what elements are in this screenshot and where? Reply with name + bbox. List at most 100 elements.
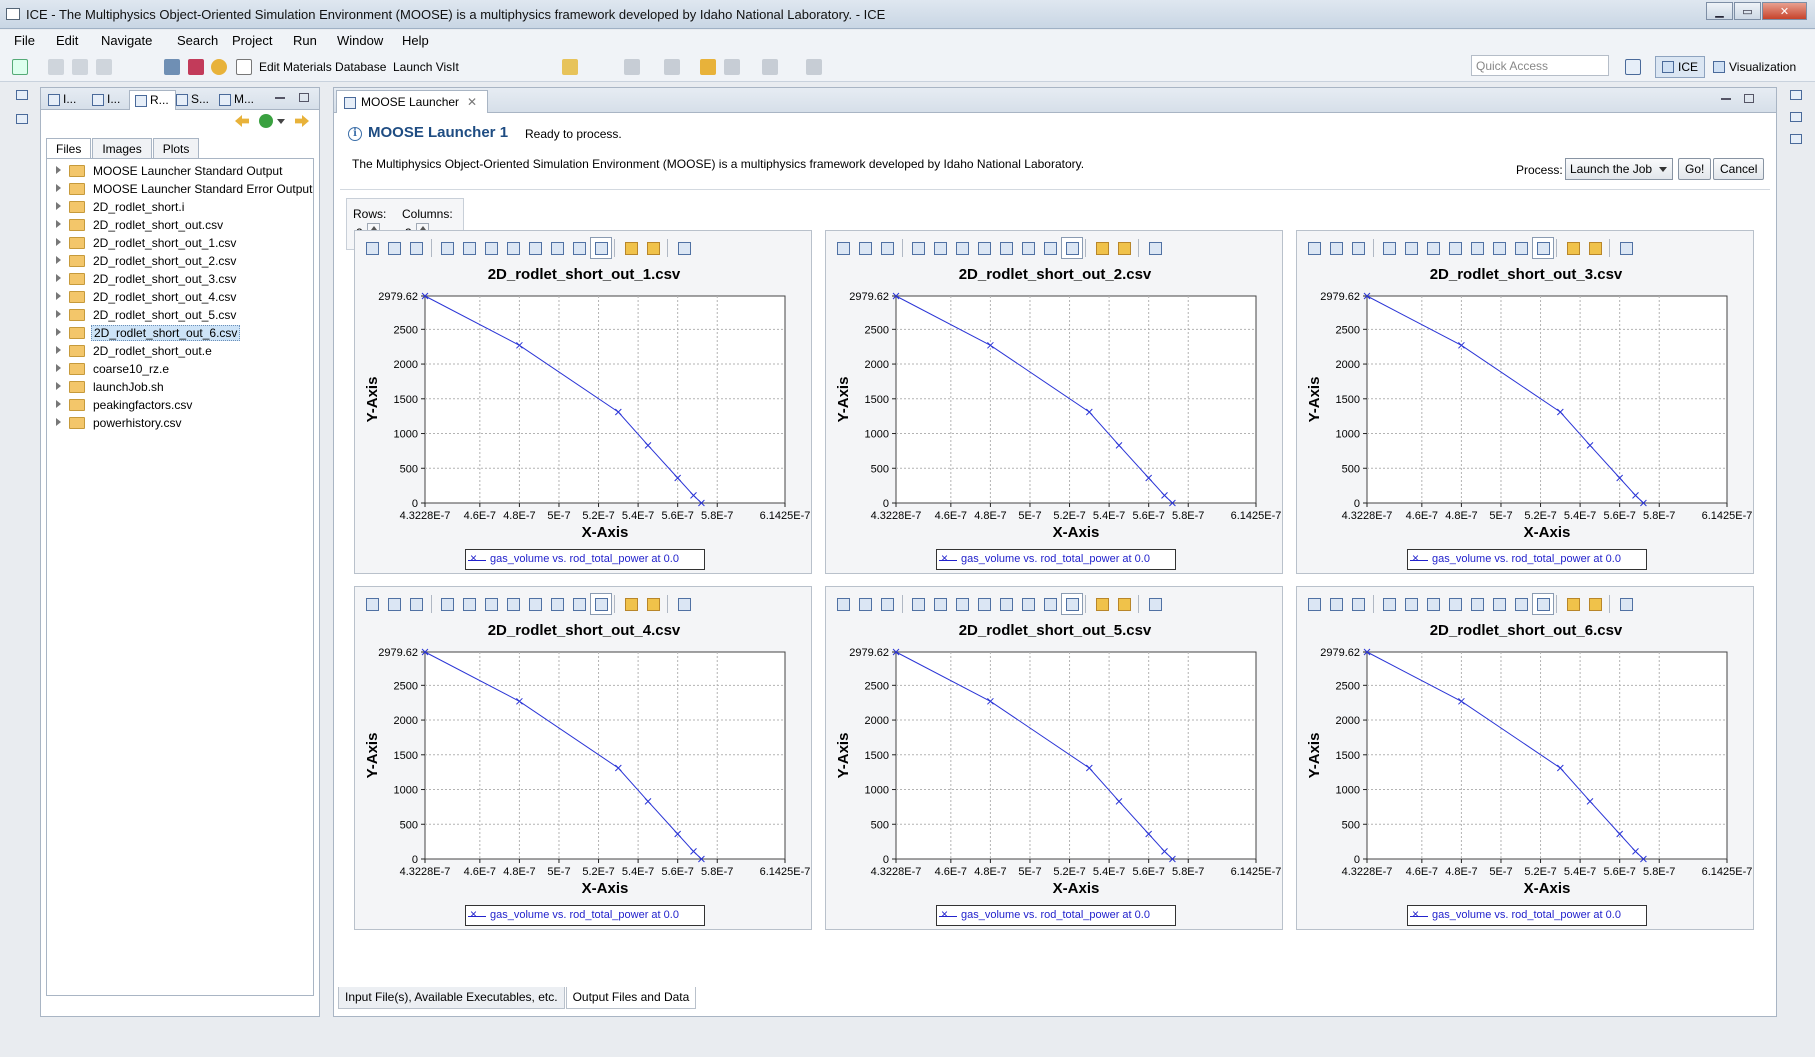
menu-help[interactable]: Help [402,33,429,48]
minimize-editor-icon[interactable] [1721,98,1731,100]
tree-item[interactable]: launchJob.sh [47,378,313,396]
pin-icon[interactable] [806,59,822,75]
add-series-icon[interactable] [854,593,876,615]
tree-item[interactable]: 2D_rodlet_short.i [47,198,313,216]
zoom-out-icon[interactable] [1017,593,1039,615]
tree-item[interactable]: MOOSE Launcher Standard Error Output [47,180,313,198]
add-trace-icon[interactable] [405,237,427,259]
zoom-vertical-icon[interactable] [973,237,995,259]
select-icon[interactable] [590,237,612,259]
add-series-icon[interactable] [854,237,876,259]
tab-plots[interactable]: Plots [152,138,200,158]
next-resource-icon[interactable] [295,115,309,127]
zoom-out-icon[interactable] [1017,237,1039,259]
pan-icon[interactable] [1510,237,1532,259]
redo-icon[interactable] [642,593,664,615]
zoom-box-icon[interactable] [1400,593,1422,615]
tab-item-5[interactable]: M... [214,90,260,110]
process-select[interactable]: Launch the Job [1565,158,1673,180]
pan-icon[interactable] [568,237,590,259]
minimize-button[interactable]: ▁ [1706,2,1733,20]
add-trace-icon[interactable] [876,237,898,259]
line-chart[interactable]: 4.3228E-7 4.6E-7 4.8E-7 5E-7 5.2E-7 5.4E-7 5.6… [826,642,1284,904]
axis-scale-icon[interactable] [436,593,458,615]
restore-icon[interactable] [16,90,28,100]
zoom-horizontal-icon[interactable] [480,237,502,259]
add-series-icon[interactable] [1325,593,1347,615]
document-icon[interactable] [236,59,252,75]
wrench-icon[interactable] [562,59,578,75]
zoom-vertical-icon[interactable] [973,593,995,615]
last-edit-icon[interactable] [700,59,716,75]
tree-item[interactable]: peakingfactors.csv [47,396,313,414]
maximize-button[interactable]: ▭ [1734,2,1761,20]
redo-icon[interactable] [1584,237,1606,259]
zoom-box-icon[interactable] [929,593,951,615]
zoom-in-icon[interactable] [524,593,546,615]
select-icon[interactable] [590,593,612,615]
zoom-vertical-icon[interactable] [1444,237,1466,259]
save-image-icon[interactable] [673,237,695,259]
perspective-visualization[interactable]: Visualization [1707,56,1802,78]
expand-arrow-icon[interactable] [56,184,61,192]
forward-icon[interactable] [762,59,778,75]
expand-arrow-icon[interactable] [56,166,61,174]
line-chart[interactable]: 4.3228E-7 4.6E-7 4.8E-7 5E-7 5.2E-7 5.4E-7 5.6… [1297,286,1755,548]
pan-icon[interactable] [1510,593,1532,615]
tab-item-2[interactable]: I... [87,90,126,110]
undo-icon[interactable] [1562,593,1584,615]
undo-icon[interactable] [620,593,642,615]
redo-icon[interactable] [1584,593,1606,615]
expand-arrow-icon[interactable] [56,310,61,318]
zoom-out-icon[interactable] [1488,593,1510,615]
new-icon[interactable] [12,59,28,75]
zoom-box-icon[interactable] [1400,237,1422,259]
redo-icon[interactable] [1113,593,1135,615]
zoom-out-icon[interactable] [546,237,568,259]
expand-arrow-icon[interactable] [56,346,61,354]
axis-scale-icon[interactable] [907,237,929,259]
axis-scale-icon[interactable] [1378,593,1400,615]
save-image-icon[interactable] [1615,593,1637,615]
add-trace-icon[interactable] [1347,237,1369,259]
zoom-in-icon[interactable] [524,237,546,259]
pan-icon[interactable] [1039,237,1061,259]
properties-icon[interactable] [1790,112,1802,122]
zoom-vertical-icon[interactable] [502,593,524,615]
tab-files[interactable]: Files [46,138,92,158]
view-icon[interactable] [16,114,28,124]
zoom-horizontal-icon[interactable] [1422,237,1444,259]
tab-output-files[interactable]: Output Files and Data [565,987,697,1009]
tab-item-1[interactable]: I... [43,90,82,110]
expand-arrow-icon[interactable] [56,382,61,390]
pan-icon[interactable] [568,593,590,615]
remove-icon[interactable] [361,237,383,259]
zoom-vertical-icon[interactable] [1444,593,1466,615]
select-icon[interactable] [1532,237,1554,259]
remove-icon[interactable] [1303,237,1325,259]
menu-file[interactable]: File [14,33,35,48]
quick-access-input[interactable]: Quick Access [1471,55,1609,76]
line-chart[interactable]: 4.3228E-7 4.6E-7 4.8E-7 5E-7 5.2E-7 5.4E-7 5.6… [1297,642,1755,904]
tree-item[interactable]: 2D_rodlet_short_out_3.csv [47,270,313,288]
zoom-horizontal-icon[interactable] [480,593,502,615]
tree-item[interactable]: 2D_rodlet_short_out_6.csv [47,324,313,342]
zoom-horizontal-icon[interactable] [1422,593,1444,615]
launch-visit-button[interactable]: Launch VisIt [393,60,459,74]
tree-item[interactable]: 2D_rodlet_short_out.e [47,342,313,360]
cancel-button[interactable]: Cancel [1713,158,1765,180]
tab-images[interactable]: Images [92,138,152,158]
menu-navigate[interactable]: Navigate [101,33,152,48]
add-series-icon[interactable] [1325,237,1347,259]
tree-item[interactable]: coarse10_rz.e [47,360,313,378]
print-icon[interactable] [96,59,112,75]
redo-icon[interactable] [1113,237,1135,259]
outline-icon[interactable] [1790,134,1802,144]
expand-arrow-icon[interactable] [56,202,61,210]
zoom-in-icon[interactable] [1466,593,1488,615]
close-window-button[interactable]: ✕ [1762,2,1807,20]
menu-project[interactable]: Project [232,33,272,48]
tree-item[interactable]: 2D_rodlet_short_out_5.csv [47,306,313,324]
undo-icon[interactable] [1091,237,1113,259]
axis-scale-icon[interactable] [436,237,458,259]
